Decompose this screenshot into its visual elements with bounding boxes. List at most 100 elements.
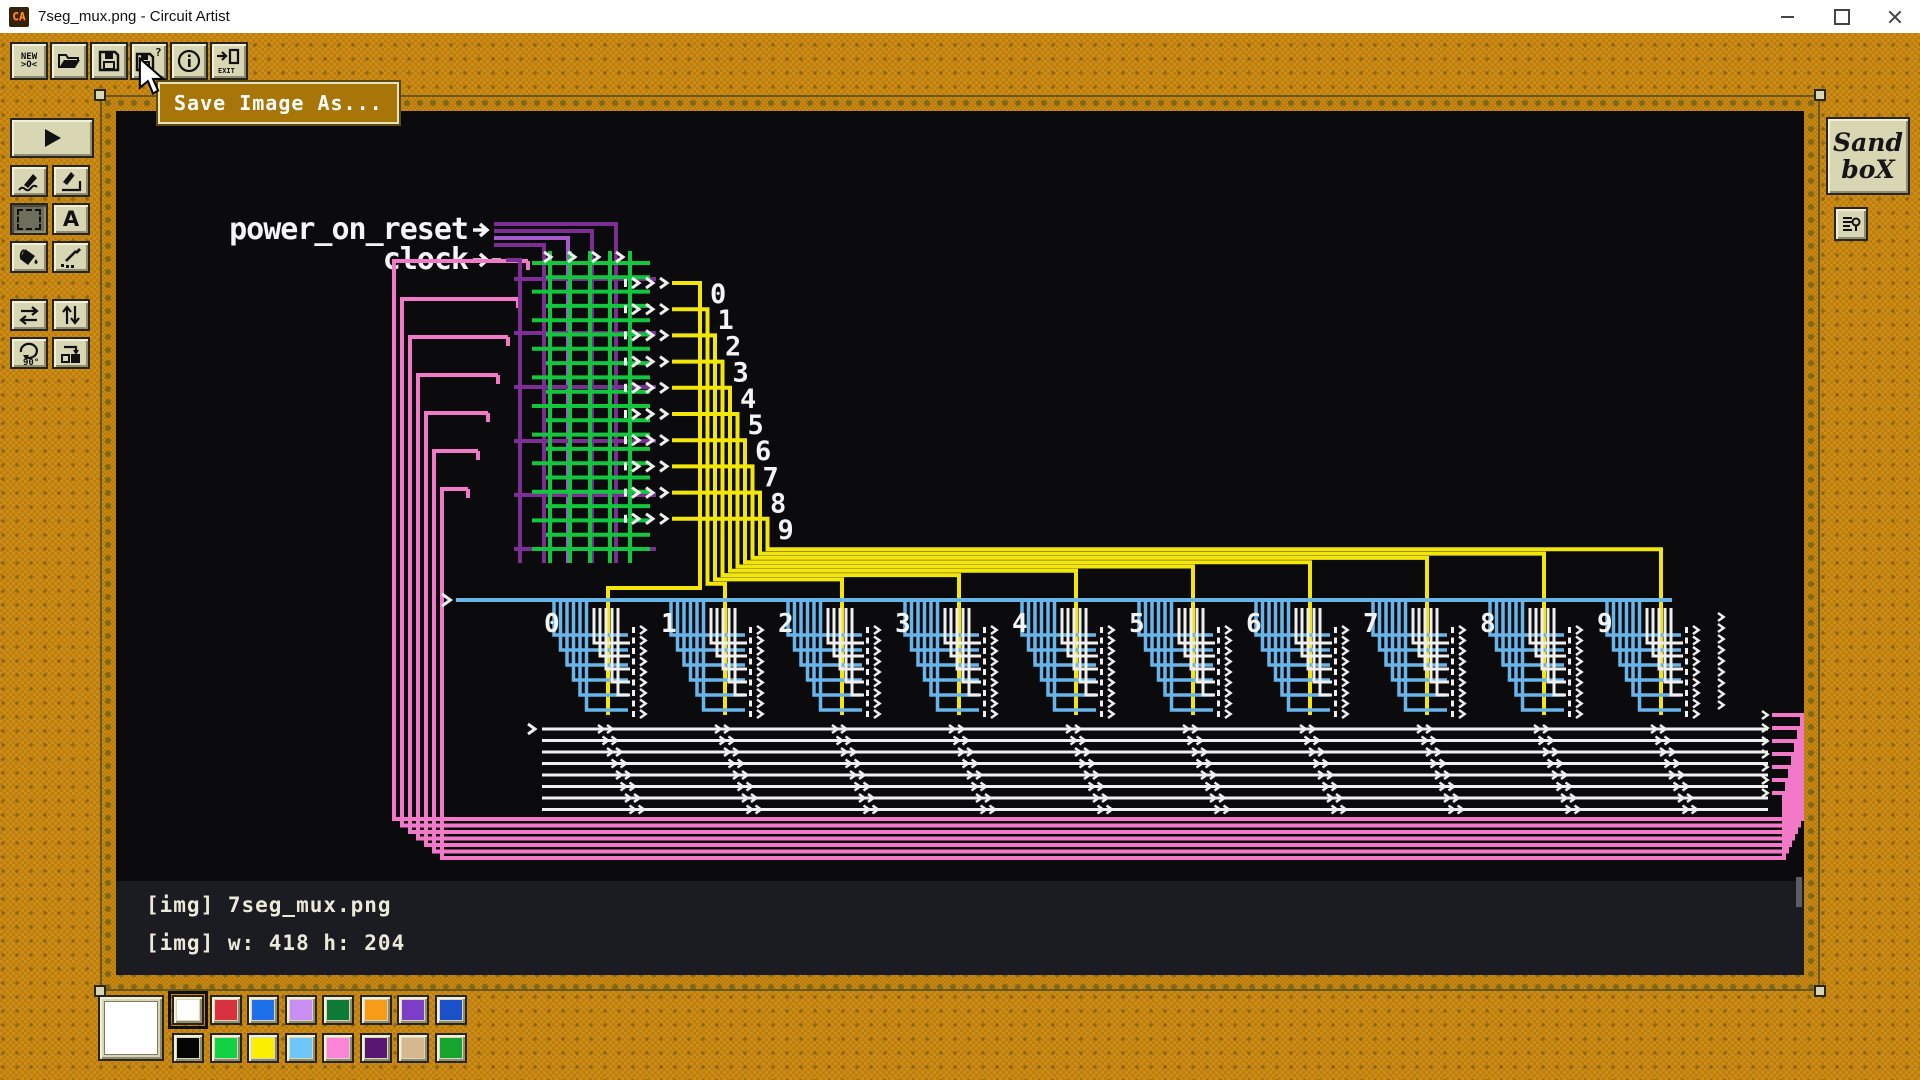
palette-swatch-color xyxy=(252,1000,274,1020)
maximize-button[interactable] xyxy=(1819,0,1865,33)
sandbox-button[interactable]: Sand boX xyxy=(1826,117,1910,195)
svg-text:7: 7 xyxy=(1363,609,1379,639)
info-button[interactable] xyxy=(170,42,208,80)
canvas-scroll-nub[interactable] xyxy=(1796,877,1802,907)
palette-swatch[interactable] xyxy=(285,995,317,1025)
app-icon: CA xyxy=(9,7,29,27)
text-tool-button[interactable]: A xyxy=(52,203,90,235)
svg-text:90°: 90° xyxy=(23,358,39,366)
exit-icon: EXIT xyxy=(215,47,243,75)
pencil-tool-button[interactable] xyxy=(10,165,48,197)
palette-swatch[interactable] xyxy=(247,995,279,1025)
svg-text:2: 2 xyxy=(778,609,794,639)
eyedropper-icon xyxy=(58,245,84,269)
fill-bucket-icon xyxy=(16,245,42,269)
flip-vertical-icon xyxy=(58,303,84,327)
palette-swatch-color xyxy=(402,1000,424,1020)
circuit-svg: power_on_reset clock 0123456789012345678… xyxy=(116,111,1804,881)
palette-swatch-color xyxy=(365,1038,387,1058)
palette-swatch[interactable] xyxy=(172,1033,204,1063)
scale-icon xyxy=(58,341,84,365)
minimize-button[interactable] xyxy=(1764,0,1810,33)
run-simulation-button[interactable] xyxy=(10,118,94,158)
svg-text:EXIT: EXIT xyxy=(218,67,235,75)
palette-swatch[interactable] xyxy=(247,1033,279,1063)
svg-text:0: 0 xyxy=(544,609,560,639)
palette-swatch[interactable] xyxy=(172,995,204,1025)
scale-tool-button[interactable] xyxy=(52,337,90,369)
sandbox-label-line2: boX xyxy=(1841,156,1895,184)
image-area[interactable]: power_on_reset clock 0123456789012345678… xyxy=(116,111,1804,881)
marquee-icon xyxy=(17,209,41,230)
resize-handle-bottom-left[interactable] xyxy=(94,985,106,997)
line-tool-button[interactable] xyxy=(52,165,90,197)
palette-swatch[interactable] xyxy=(435,995,467,1025)
palette-swatch[interactable] xyxy=(210,995,242,1025)
maximize-icon xyxy=(1834,9,1850,25)
save-button[interactable] xyxy=(90,42,128,80)
info-icon xyxy=(176,48,202,74)
palette-swatch[interactable] xyxy=(397,995,429,1025)
palette-swatch-color xyxy=(177,1000,199,1020)
sandbox-label-line1: Sand xyxy=(1833,129,1903,157)
save-floppy-icon xyxy=(96,48,122,74)
new-file-button[interactable]: NEW>O< xyxy=(10,42,48,80)
mouse-cursor xyxy=(138,57,168,95)
drawing-canvas[interactable]: power_on_reset clock 0123456789012345678… xyxy=(116,111,1804,975)
palette-swatch-color xyxy=(327,1038,349,1058)
circuit-artist-app: { "window": { "title": "7seg_mux.png - C… xyxy=(0,0,1920,1080)
palette-swatch[interactable] xyxy=(360,995,392,1025)
resize-handle-top-right[interactable] xyxy=(1814,89,1826,101)
rotate-90-button[interactable]: 90° xyxy=(10,337,48,369)
svg-text:3: 3 xyxy=(895,609,911,639)
input-arrow-icon xyxy=(473,224,487,236)
palette-swatch-color xyxy=(440,1000,462,1020)
palette-swatch-color xyxy=(215,1000,237,1020)
palette-swatch[interactable] xyxy=(322,995,354,1025)
current-color-fill xyxy=(104,1001,158,1055)
new-file-icon: NEW>O< xyxy=(21,53,37,69)
close-icon xyxy=(1888,10,1902,24)
resize-handle-top-left[interactable] xyxy=(94,89,106,101)
palette-swatch[interactable] xyxy=(285,1033,317,1063)
svg-text:6: 6 xyxy=(1246,609,1262,639)
open-file-button[interactable] xyxy=(50,42,88,80)
palette-swatch-color xyxy=(402,1038,424,1058)
save-image-as-tooltip: Save Image As... xyxy=(158,82,399,124)
play-icon xyxy=(41,127,63,149)
title-bar: CA 7seg_mux.png - Circuit Artist xyxy=(0,0,1920,33)
palette-swatch[interactable] xyxy=(322,1033,354,1063)
palette-swatch[interactable] xyxy=(435,1033,467,1063)
minimize-icon xyxy=(1781,16,1794,18)
palette-swatch[interactable] xyxy=(360,1033,392,1063)
open-folder-icon xyxy=(56,48,82,74)
palette-swatch[interactable] xyxy=(397,1033,429,1063)
select-tool-button[interactable] xyxy=(10,203,48,235)
palette-swatch-color xyxy=(177,1038,199,1058)
svg-text:9: 9 xyxy=(778,515,794,546)
close-button[interactable] xyxy=(1872,0,1918,33)
text-tool-icon: A xyxy=(63,207,79,231)
flip-horizontal-button[interactable] xyxy=(10,299,48,331)
svg-text:5: 5 xyxy=(1129,609,1145,639)
svg-text:9: 9 xyxy=(1597,609,1613,639)
svg-text:8: 8 xyxy=(1480,609,1496,639)
palette-swatch-color xyxy=(327,1000,349,1020)
current-color-swatch xyxy=(98,995,164,1061)
rotate-90-icon: 90° xyxy=(15,340,43,366)
status-dimensions: [img] w: 418 h: 204 xyxy=(146,931,405,955)
palette-swatch-color xyxy=(290,1038,312,1058)
fill-tool-button[interactable] xyxy=(10,241,48,273)
palette-swatch[interactable] xyxy=(210,1033,242,1063)
palette-swatch-color xyxy=(290,1000,312,1020)
palette-swatch-color xyxy=(440,1038,462,1058)
pencil-icon xyxy=(16,169,42,193)
component-library-button[interactable] xyxy=(1834,207,1868,241)
resize-handle-bottom-right[interactable] xyxy=(1814,985,1826,997)
library-search-icon xyxy=(1840,213,1862,235)
window-title: 7seg_mux.png - Circuit Artist xyxy=(38,8,230,25)
palette-swatch-color xyxy=(215,1038,237,1058)
color-picker-button[interactable] xyxy=(52,241,90,273)
flip-vertical-button[interactable] xyxy=(52,299,90,331)
exit-button[interactable]: EXIT xyxy=(210,42,248,80)
